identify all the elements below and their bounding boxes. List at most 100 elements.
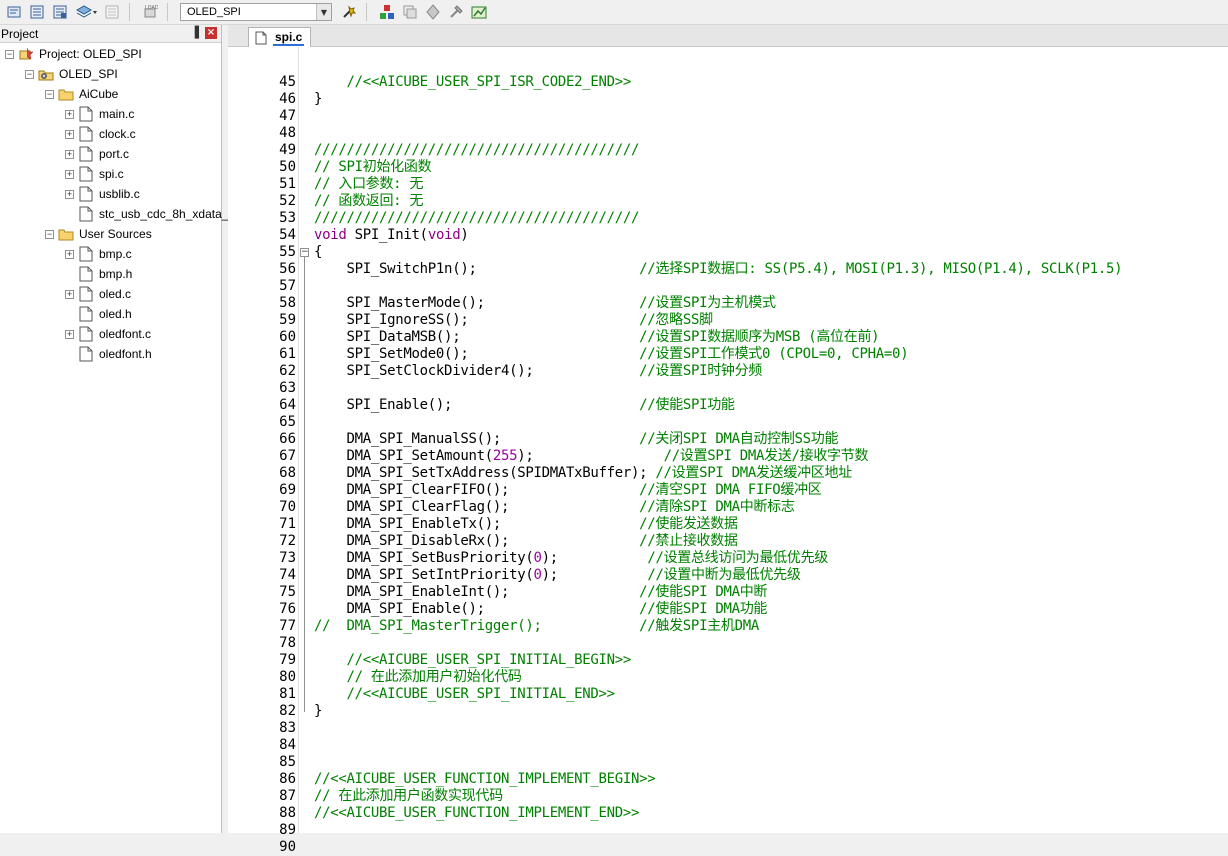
expand-icon[interactable]: + — [65, 189, 74, 199]
file-icon — [78, 286, 94, 302]
chevron-down-icon[interactable]: ▼ — [316, 4, 331, 20]
project-panel: Project ▐ × − Project: OLED_SPI − OLED_SPI −… — [0, 25, 228, 833]
code-line[interactable]: DMA_SPI_SetBusPriority(0); //设置总线访问为最低优先… — [314, 550, 829, 567]
code-line[interactable]: DMA_SPI_EnableInt(); //使能SPI DMA中断 — [314, 584, 768, 601]
tree-item-file[interactable]: + oled.c — [65, 285, 131, 303]
code-line[interactable]: // 函数返回: 无 — [314, 193, 423, 210]
manage-components-icon[interactable] — [378, 3, 396, 21]
tree-item-file[interactable]: + port.c — [65, 145, 129, 163]
code-line[interactable]: // SPI初始化函数 — [314, 159, 432, 176]
code-line[interactable]: { — [314, 244, 322, 261]
tree-item-file[interactable]: oled.h — [65, 305, 132, 323]
collapse-icon[interactable]: − — [25, 69, 34, 79]
tree-item-file[interactable]: + main.c — [65, 105, 134, 123]
expand-icon[interactable]: + — [65, 329, 74, 339]
expand-icon[interactable]: + — [65, 289, 74, 299]
code-line[interactable]: //<<AICUBE_USER_SPI_INITIAL_END>> — [314, 686, 616, 703]
code-line[interactable]: DMA_SPI_EnableTx(); //使能发送数据 — [314, 516, 738, 533]
tree-item-file[interactable]: bmp.h — [65, 265, 132, 283]
pin-icon[interactable]: ▐ — [191, 26, 199, 39]
code-line[interactable]: // 在此添加用户初始化代码 — [314, 669, 522, 686]
code-comment: //关闭SPI DMA自动控制SS功能 — [639, 431, 839, 447]
line-number: 69 — [279, 482, 296, 498]
translate-icon[interactable] — [5, 3, 23, 21]
tree-item-file[interactable]: + usblib.c — [65, 185, 140, 203]
batch-build-icon[interactable] — [74, 3, 98, 21]
code-text: SPI_SwitchP1n(); — [314, 261, 640, 277]
tree-item-file[interactable]: + spi.c — [65, 165, 124, 183]
tree-item-group[interactable]: − AiCube — [45, 85, 118, 103]
code-comment: //设置SPI数据顺序为MSB (高位在前) — [639, 329, 880, 345]
code-text: DMA_SPI_SetIntPriority( — [314, 567, 534, 583]
code-line[interactable]: DMA_SPI_ManualSS(); //关闭SPI DMA自动控制SS功能 — [314, 431, 839, 448]
code-line[interactable]: // 在此添加用户函数实现代码 — [314, 788, 503, 805]
code-line[interactable]: DMA_SPI_SetTxAddress(SPIDMATxBuffer); //… — [314, 465, 853, 482]
tab-spi-c[interactable]: spi.c — [248, 27, 312, 47]
code-line[interactable]: SPI_SwitchP1n(); //选择SPI数据口: SS(P5.4), M… — [314, 261, 1123, 278]
code-line[interactable]: //<<AICUBE_USER_SPI_ISR_CODE2_END>> — [314, 74, 632, 91]
collapse-icon[interactable]: − — [45, 229, 54, 239]
target-select[interactable]: OLED_SPI ▼ — [180, 3, 332, 21]
expand-icon[interactable]: + — [65, 149, 74, 159]
code-comment: //设置SPI工作模式0 (CPOL=0, CPHA=0) — [639, 346, 909, 362]
expand-icon[interactable]: + — [65, 109, 74, 119]
code-line[interactable]: } — [314, 91, 322, 108]
build-icon[interactable] — [28, 3, 46, 21]
collapse-icon[interactable]: − — [45, 89, 54, 99]
code-line[interactable]: SPI_Enable(); //使能SPI功能 — [314, 397, 735, 414]
code-line[interactable]: //<<AICUBE_USER_FUNCTION_IMPLEMENT_BEGIN… — [314, 771, 656, 788]
code-line[interactable]: DMA_SPI_SetAmount(255); //设置SPI DMA发送/接收… — [314, 448, 869, 465]
tools-icon[interactable] — [447, 3, 465, 21]
collapse-icon[interactable]: − — [5, 49, 14, 59]
expand-icon[interactable]: + — [65, 169, 74, 179]
tree-item-file[interactable]: + oledfont.c — [65, 325, 151, 343]
copy-icon[interactable] — [401, 3, 419, 21]
settings-icon[interactable] — [424, 3, 442, 21]
code-line[interactable]: DMA_SPI_SetIntPriority(0); //设置中断为最低优先级 — [314, 567, 801, 584]
target-options-icon[interactable] — [340, 3, 358, 21]
rebuild-icon[interactable] — [51, 3, 69, 21]
expand-icon[interactable]: + — [65, 249, 74, 259]
tree-item-file[interactable]: oledfont.h — [65, 345, 152, 363]
code-line[interactable]: DMA_SPI_DisableRx(); //禁止接收数据 — [314, 533, 738, 550]
code-line[interactable]: //////////////////////////////////////// — [314, 142, 639, 159]
line-number: 66 — [279, 431, 296, 447]
code-line[interactable]: SPI_MasterMode(); //设置SPI为主机模式 — [314, 295, 777, 312]
code-line[interactable]: void SPI_Init(void) — [314, 227, 469, 244]
code-line[interactable]: DMA_SPI_ClearFlag(); //清除SPI DMA中断标志 — [314, 499, 795, 516]
code-text: ) — [460, 227, 469, 243]
code-line[interactable]: } — [314, 703, 322, 720]
tree-item-label: port.c — [99, 147, 130, 161]
tree-item-project[interactable]: − Project: OLED_SPI — [5, 45, 142, 63]
env-icon[interactable] — [470, 3, 488, 21]
tree-item-target[interactable]: − OLED_SPI — [25, 65, 118, 83]
line-number: 53 — [279, 210, 296, 226]
stop-build-icon[interactable] — [103, 3, 121, 21]
code-line[interactable]: DMA_SPI_ClearFIFO(); //清空SPI DMA FIFO缓冲区 — [314, 482, 822, 499]
tree-item-group[interactable]: − User Sources — [45, 225, 152, 243]
code-line[interactable]: SPI_IgnoreSS(); //忽略SS脚 — [314, 312, 714, 329]
collapse-icon[interactable]: − — [300, 248, 309, 257]
line-number: 71 — [279, 516, 296, 532]
expand-icon[interactable]: + — [65, 129, 74, 139]
tree-item-file[interactable]: + bmp.c — [65, 245, 132, 263]
code-line[interactable]: SPI_SetMode0(); //设置SPI工作模式0 (CPOL=0, CP… — [314, 346, 909, 363]
file-icon — [78, 326, 94, 342]
download-icon[interactable]: LOAD — [141, 3, 159, 21]
file-icon — [78, 306, 94, 322]
code-line[interactable]: //////////////////////////////////////// — [314, 210, 639, 227]
line-number: 58 — [279, 295, 296, 311]
code-line[interactable]: DMA_SPI_Enable(); //使能SPI DMA功能 — [314, 601, 768, 618]
code-line[interactable]: SPI_SetClockDivider4(); //设置SPI时钟分频 — [314, 363, 763, 380]
close-icon[interactable]: × — [205, 27, 217, 39]
code-line[interactable]: // DMA_SPI_MasterTrigger(); //触发SPI主机DMA — [314, 618, 759, 635]
code-area[interactable]: //<<AICUBE_USER_SPI_ISR_CODE2_END>>} ////… — [314, 47, 1228, 833]
code-line[interactable]: // 入口参数: 无 — [314, 176, 423, 193]
tree-item-file[interactable]: stc_usb_cdc_8h_xdata_ — [65, 205, 228, 223]
tree-item-label: User Sources — [79, 227, 152, 241]
code-line[interactable]: //<<AICUBE_USER_SPI_INITIAL_BEGIN>> — [314, 652, 632, 669]
code-line[interactable]: SPI_DataMSB(); //设置SPI数据顺序为MSB (高位在前) — [314, 329, 880, 346]
tree-item-file[interactable]: + clock.c — [65, 125, 136, 143]
code-line[interactable]: //<<AICUBE_USER_FUNCTION_IMPLEMENT_END>> — [314, 805, 639, 822]
line-number: 73 — [279, 550, 296, 566]
